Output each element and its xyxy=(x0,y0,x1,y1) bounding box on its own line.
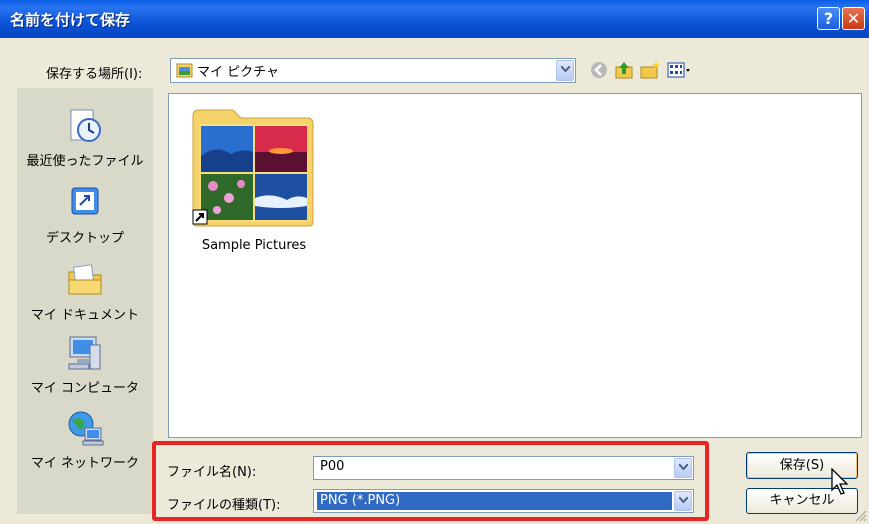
my-computer-icon xyxy=(68,336,101,370)
place-label: マイ ドキュメント xyxy=(30,308,140,323)
desktop-icon xyxy=(71,187,99,215)
back-icon[interactable] xyxy=(589,60,609,80)
help-button[interactable]: ? xyxy=(817,7,840,30)
views-menu-icon[interactable] xyxy=(667,60,693,80)
my-network-icon xyxy=(68,411,104,446)
resize-grip-icon[interactable] xyxy=(853,508,867,522)
place-label: マイ ネットワーク xyxy=(30,456,140,471)
my-pictures-icon xyxy=(176,63,193,78)
highlight-annotation xyxy=(152,441,709,521)
title-bar: 名前を付けて保存 ? ✕ xyxy=(0,0,869,38)
my-documents-icon xyxy=(68,264,102,295)
place-label: マイ コンピュータ xyxy=(30,381,140,396)
recent-files-icon xyxy=(70,109,101,142)
save-location-combo[interactable]: マイ ピクチャ xyxy=(170,58,576,83)
save-location-label: 保存する場所(I): xyxy=(46,67,143,82)
save-location-value: マイ ピクチャ xyxy=(197,65,280,80)
chevron-down-icon[interactable] xyxy=(556,60,574,81)
file-item-label: Sample Pictures xyxy=(201,238,307,253)
mouse-cursor-icon xyxy=(831,468,849,495)
close-button[interactable]: ✕ xyxy=(842,7,865,30)
place-recent-files[interactable]: 最近使ったファイル xyxy=(17,106,153,169)
places-bar: 最近使ったファイル デスクトップ マイ ドキュメント マイ コンピュータ マイ … xyxy=(17,88,153,514)
place-my-documents[interactable]: マイ ドキュメント xyxy=(17,260,153,323)
file-list[interactable]: Sample Pictures xyxy=(168,93,862,438)
folder-thumbnail-icon xyxy=(192,109,314,227)
up-folder-icon[interactable] xyxy=(614,60,636,80)
new-folder-icon[interactable] xyxy=(640,60,662,80)
place-my-network[interactable]: マイ ネットワーク xyxy=(17,410,153,471)
place-my-computer[interactable]: マイ コンピュータ xyxy=(17,333,153,396)
place-label: デスクトップ xyxy=(45,231,124,246)
place-label: 最近使ったファイル xyxy=(26,154,144,169)
window-title: 名前を付けて保存 xyxy=(10,11,131,29)
file-item-sample-pictures[interactable] xyxy=(191,106,315,228)
place-desktop[interactable]: デスクトップ xyxy=(17,185,153,246)
